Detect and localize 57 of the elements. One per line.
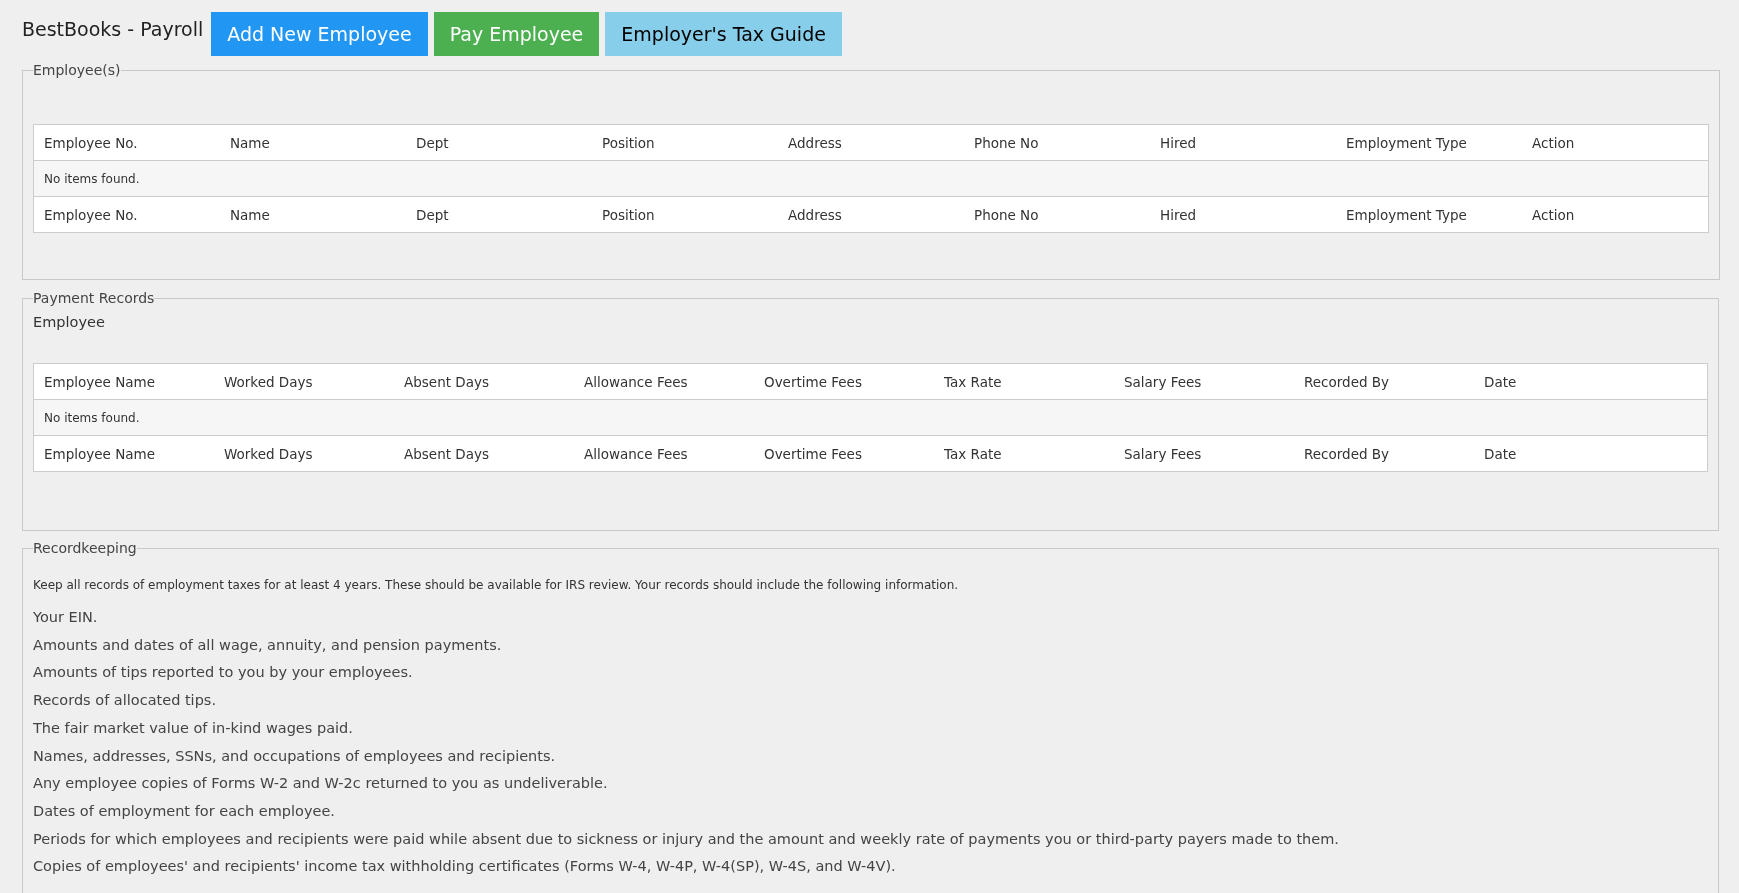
column-header: Hired xyxy=(1159,134,1198,151)
panel-legend: Employee(s) xyxy=(33,62,121,78)
column-footer: Name xyxy=(220,206,406,223)
column-header: Employment Type xyxy=(1345,134,1468,151)
record-item: The fair market value of in-kind wages paid. xyxy=(33,718,354,738)
column-footer: Position xyxy=(592,206,778,223)
column-footer: Worked Days xyxy=(214,445,394,462)
column-footer: Recorded By xyxy=(1294,445,1474,462)
column-footer: Action xyxy=(1522,206,1708,223)
header-button[interactable]: Add New Employee xyxy=(211,12,428,56)
panel-legend: Payment Records xyxy=(33,290,155,306)
employee-label: Employee xyxy=(33,314,106,330)
record-item: Periods for which employees and recipients were paid while absent due to sickness or injury and the amount and weekly rate of payments you or third-party payers made to them. xyxy=(33,829,1340,849)
column-header: Employee Name xyxy=(43,373,156,390)
column-header: Allowance Fees xyxy=(583,373,689,390)
app-title: BestBooks - Payroll xyxy=(22,18,204,40)
record-item: Amounts and dates of all wage, annuity, and pension payments. xyxy=(33,635,503,655)
panel-legend: Recordkeeping xyxy=(33,540,137,556)
column-header: Action xyxy=(1531,134,1576,151)
record-item: Any employee copies of Forms W-2 and W-2c returned to you as undeliverable. xyxy=(33,774,609,794)
column-footer: Employment Type xyxy=(1336,206,1522,223)
record-item: Records of allocated tips. xyxy=(33,691,218,711)
column-footer: Phone No xyxy=(964,206,1150,223)
record-item: Names, addresses, SSNs, and occupations of employees and recipients. xyxy=(33,746,557,766)
column-header: Recorded By xyxy=(1303,373,1391,390)
column-footer: Salary Fees xyxy=(1114,445,1294,462)
column-header: Position xyxy=(601,134,656,151)
column-footer: Allowance Fees xyxy=(574,445,754,462)
empty-message: No items found. xyxy=(43,171,140,186)
column-footer: Employee Name xyxy=(34,445,214,462)
column-header: Salary Fees xyxy=(1123,373,1203,390)
record-item: Your EIN. xyxy=(33,608,99,627)
column-footer: Hired xyxy=(1150,206,1336,223)
column-footer: Address xyxy=(778,206,964,223)
column-header: Dept xyxy=(415,134,450,151)
record-item: Amounts of tips reported to you by your employees. xyxy=(33,663,414,683)
column-footer: Dept xyxy=(406,206,592,223)
empty-message: No items found. xyxy=(43,410,140,425)
column-footer: Absent Days xyxy=(394,445,574,462)
column-header: Employee No. xyxy=(43,134,139,151)
column-footer: Tax Rate xyxy=(934,445,1114,462)
header-button[interactable]: Employer's Tax Guide xyxy=(605,12,842,56)
column-header: Phone No xyxy=(973,134,1040,151)
column-footer: Date xyxy=(1474,445,1707,462)
record-item: Dates of employment for each employee. xyxy=(33,801,336,821)
column-header: Address xyxy=(787,134,843,151)
record-item: Copies of employees' and recipients' income tax withholding certificates (Forms W-4, W-4P, W-4(SP), W-4S, and W-4V). xyxy=(33,857,897,877)
column-header: Overtime Fees xyxy=(763,373,863,390)
intro-paragraph: Keep all records of employment taxes for at least 4 years. These should be available for IRS review. Your records should include the following information. xyxy=(33,578,960,592)
column-header: Date xyxy=(1483,373,1518,390)
column-header: Tax Rate xyxy=(943,373,1003,390)
header-button[interactable]: Pay Employee xyxy=(433,12,600,56)
column-footer: Overtime Fees xyxy=(754,445,934,462)
column-header: Name xyxy=(229,134,271,151)
column-header: Worked Days xyxy=(223,373,314,390)
column-footer: Employee No. xyxy=(34,206,220,223)
column-header: Absent Days xyxy=(403,373,490,390)
